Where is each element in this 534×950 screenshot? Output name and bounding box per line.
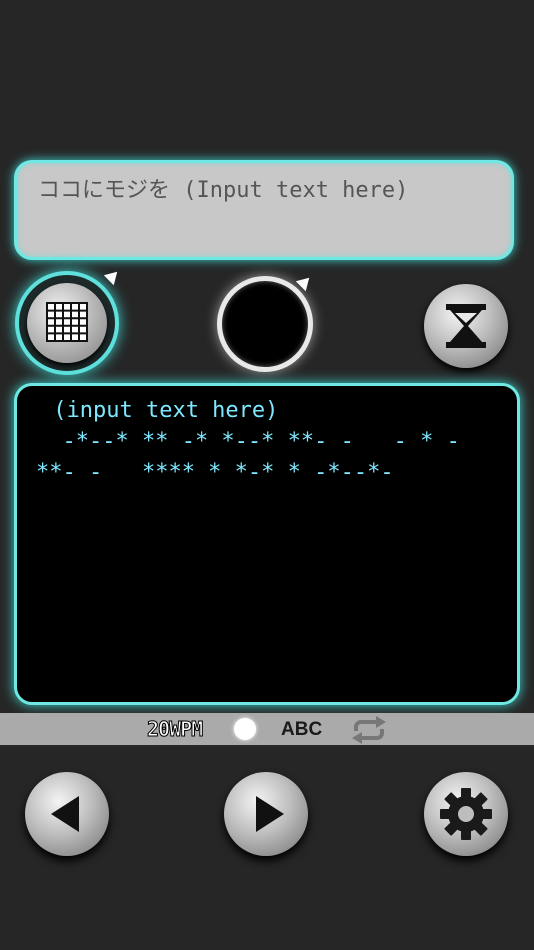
hourglass-button[interactable]	[424, 284, 508, 368]
repeat-icon[interactable]	[350, 716, 388, 744]
status-bar	[0, 713, 534, 745]
settings-button[interactable]	[424, 772, 508, 856]
wpm-speed-label[interactable]: 20WPM	[146, 717, 203, 742]
output-morse-line-2: **- - **** * *-* * -*--*-	[36, 460, 394, 485]
play-button[interactable]	[224, 772, 308, 856]
signal-light-icon	[234, 718, 256, 740]
left-triangle-icon	[51, 796, 79, 832]
key-corner-marker-icon	[295, 272, 315, 292]
previous-button[interactable]	[25, 772, 109, 856]
keyboard-grid-button[interactable]	[15, 271, 119, 375]
right-triangle-icon	[256, 796, 284, 832]
grid-corner-marker-icon	[103, 266, 123, 286]
morse-key-button[interactable]	[217, 276, 313, 372]
output-plain-text: (input text here)	[40, 398, 279, 423]
mode-label[interactable]: ABC	[281, 719, 322, 741]
hourglass-icon	[446, 304, 486, 348]
grid-icon	[46, 302, 88, 342]
output-morse-line-1: -*--* ** -* *--* **- - - * -	[36, 429, 460, 454]
text-input-value: ココにモジを (Input text here)	[38, 178, 409, 203]
gear-icon	[440, 788, 492, 840]
